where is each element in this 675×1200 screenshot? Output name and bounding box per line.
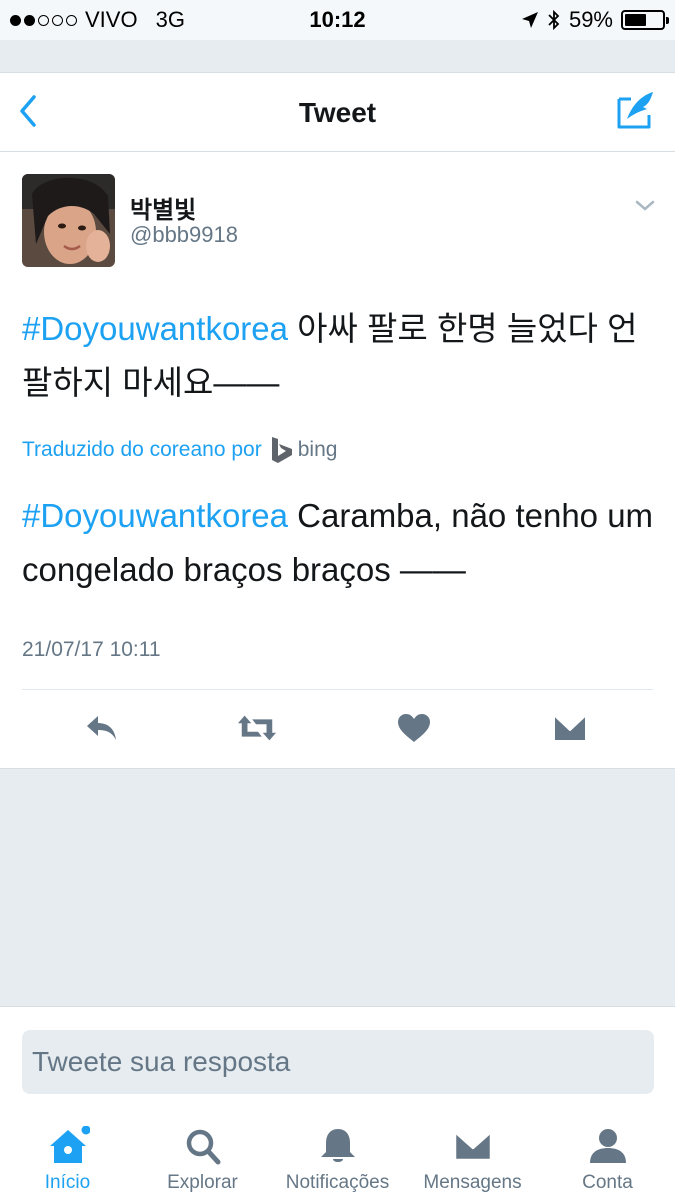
reply-button[interactable]	[82, 708, 122, 748]
compose-tweet-button[interactable]	[615, 89, 657, 131]
tab-explore[interactable]: Explorar	[135, 1110, 270, 1200]
tweet-text-original: #Doyouwantkorea 아싸 팔로 한명 늘었다 언팔하지 마세요——	[22, 302, 652, 410]
translation-label: Traduzido do coreano por	[22, 438, 262, 461]
more-options-button[interactable]	[633, 194, 657, 218]
display-name[interactable]: 박별빛	[130, 190, 196, 225]
tweet-actions	[0, 708, 675, 748]
user-handle[interactable]: @bbb9918	[130, 222, 238, 248]
status-right: 59%	[521, 7, 669, 33]
translator-name: bing	[297, 438, 338, 461]
tab-label: Explorar	[167, 1172, 238, 1193]
compose-icon	[617, 92, 653, 129]
avatar[interactable]	[22, 174, 115, 267]
bing-icon	[271, 437, 292, 463]
hashtag-link[interactable]: #Doyouwantkorea	[22, 310, 288, 347]
navigation-bar: Tweet	[0, 72, 675, 152]
person-icon	[589, 1129, 626, 1163]
tab-notifications[interactable]: Notificações	[270, 1110, 405, 1200]
chevron-down-icon	[635, 200, 655, 211]
tab-label: Início	[44, 1172, 91, 1193]
page-title: Tweet	[298, 97, 377, 128]
hashtag-link[interactable]: #Doyouwantkorea	[22, 497, 288, 534]
tab-label: Notificações	[285, 1172, 390, 1193]
bluetooth-icon	[548, 9, 560, 31]
tweet-text-translation: #Doyouwantkorea Caramba, não tenho um co…	[22, 489, 662, 597]
retweet-icon	[237, 715, 277, 741]
envelope-icon	[453, 1130, 492, 1162]
bell-icon	[320, 1129, 355, 1162]
tab-label: Mensagens	[423, 1172, 522, 1193]
battery-percent: 59%	[568, 7, 613, 32]
direct-message-icon	[553, 714, 587, 742]
divider	[22, 689, 653, 690]
retweet-button[interactable]	[237, 708, 277, 748]
tab-label: Conta	[582, 1172, 633, 1193]
direct-message-button[interactable]	[550, 708, 590, 748]
status-bar: VIVO 3G 10:12 59%	[0, 0, 675, 40]
translation-attribution: Traduzido do coreano por bing	[22, 436, 337, 464]
tab-home[interactable]: Início	[0, 1110, 135, 1200]
like-button[interactable]	[394, 708, 434, 748]
reply-bar	[0, 1006, 675, 1110]
search-icon	[186, 1129, 220, 1165]
reply-input[interactable]	[22, 1030, 654, 1094]
like-icon	[398, 714, 430, 742]
tweet-timestamp: 21/07/17 10:11	[22, 638, 161, 661]
avatar-photo	[22, 174, 115, 267]
tab-bar: Início Explorar Notificações Mensagens C…	[0, 1110, 675, 1200]
bing-logo: bing	[270, 436, 338, 464]
home-icon	[49, 1126, 90, 1163]
tab-messages[interactable]: Mensagens	[405, 1110, 540, 1200]
tweet-detail: 박별빛 @bbb9918 #Doyouwantkorea 아싸 팔로 한명 늘었…	[0, 152, 675, 769]
battery-icon	[621, 10, 669, 30]
tab-account[interactable]: Conta	[540, 1110, 675, 1200]
location-arrow-icon	[521, 12, 538, 28]
reply-icon	[87, 716, 116, 740]
